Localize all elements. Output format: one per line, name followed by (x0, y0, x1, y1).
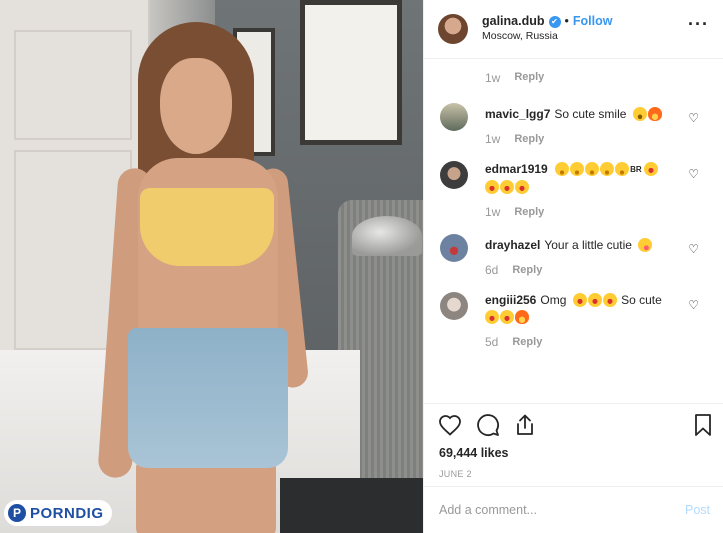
comment-time[interactable]: 5d (485, 334, 498, 350)
comment-input[interactable] (439, 503, 685, 517)
emoji-heart-eyes-icon (643, 162, 658, 176)
commenter-username[interactable]: drayhazel (485, 238, 540, 252)
emoji-heart-eyes-icon (572, 293, 587, 307)
post-header: galina.dub ✔ • Follow Moscow, Russia ··· (424, 0, 723, 59)
comment-text: So cute (621, 293, 662, 307)
reply-button[interactable]: Reply (514, 131, 544, 147)
comment-text: So cute smile (554, 107, 627, 121)
comment-item: mavic_lgg7 So cute smile 1w Reply ♡ (424, 103, 723, 147)
comment-item: engiii256 Omg So cute 5d Reply ♡ (424, 292, 723, 350)
comment-time[interactable]: 1w (485, 204, 500, 220)
emoji-heart-eyes-icon (515, 180, 529, 194)
emoji-thumbs-icon (647, 107, 662, 121)
heart-icon[interactable] (438, 414, 462, 441)
reply-button[interactable]: Reply (512, 334, 542, 350)
reply-button[interactable]: Reply (512, 262, 542, 278)
emoji-heart-eyes-icon (587, 293, 602, 307)
more-icon[interactable]: ··· (688, 14, 709, 35)
share-icon[interactable] (514, 413, 536, 442)
reply-button[interactable]: Reply (514, 204, 544, 220)
commenter-avatar[interactable] (440, 234, 468, 262)
picture-frame (300, 0, 402, 145)
header-row: galina.dub ✔ • Follow (482, 14, 612, 29)
watermark-text: PORNDIG (30, 504, 104, 522)
comment-meta: 1w Reply (485, 204, 659, 220)
comment-composer: Post (424, 486, 723, 533)
comment-text: Omg (540, 293, 567, 307)
header-info: galina.dub ✔ • Follow Moscow, Russia (482, 14, 612, 44)
comment-meta: 6d Reply (485, 262, 653, 278)
watermark: P PORNDIG (4, 500, 112, 526)
reply-button[interactable]: Reply (514, 71, 544, 85)
watermark-logo: P (8, 504, 26, 522)
commenter-avatar[interactable] (440, 103, 468, 131)
commenter-username[interactable]: edmar1919 (485, 162, 548, 176)
likes-count[interactable]: 69,444 likes (424, 444, 723, 460)
emoji-yum-icon (638, 238, 653, 252)
comment-item: drayhazel Your a little cutie 6d Reply ♡ (424, 234, 723, 278)
like-comment-heart-icon[interactable]: ♡ (688, 167, 699, 181)
separator-dot: • (564, 14, 569, 28)
comment-meta: 5d Reply (485, 334, 662, 350)
nightstand (280, 478, 423, 533)
comments-list[interactable]: 1w Reply mavic_lgg7 So cute smile 1w Repl… (424, 59, 723, 402)
comment-body: drayhazel Your a little cutie 6d Reply (485, 234, 653, 278)
location-link[interactable]: Moscow, Russia (482, 29, 612, 44)
commenter-avatar[interactable] (440, 161, 468, 189)
comment-item: edmar1919 BR 1w Reply ♡ (424, 161, 723, 220)
bookmark-icon[interactable] (694, 413, 712, 442)
emoji-smile-icon (632, 107, 647, 121)
post-photo[interactable]: P PORNDIG (0, 0, 423, 533)
emoji-hug-icon (555, 162, 570, 176)
emoji-heart-eyes-icon (500, 180, 514, 194)
comment-text: Your a little cutie (544, 238, 632, 252)
emoji-fire-icon (515, 310, 529, 324)
post-button[interactable]: Post (685, 503, 710, 517)
post-sidebar: galina.dub ✔ • Follow Moscow, Russia ···… (423, 0, 723, 533)
action-bar (424, 404, 723, 444)
comment-time[interactable]: 1w (485, 131, 500, 147)
emoji-hug-icon (585, 162, 600, 176)
emoji-heart-eyes-icon (485, 310, 499, 324)
comment-body: engiii256 Omg So cute 5d Reply (485, 292, 662, 350)
emoji-heart-eyes-icon (485, 180, 499, 194)
emoji-heart-eyes-icon (602, 293, 617, 307)
verified-badge-icon: ✔ (548, 15, 561, 28)
emoji-hug-icon (570, 162, 585, 176)
person-figure (97, 18, 310, 533)
like-comment-heart-icon[interactable]: ♡ (688, 111, 699, 125)
engagement-section: 69,444 likes JUNE 2 (424, 403, 723, 479)
commenter-username[interactable]: engiii256 (485, 293, 536, 307)
flag-badge: BR (630, 165, 642, 174)
comment-icon[interactable] (476, 413, 500, 442)
avatar[interactable] (438, 14, 468, 44)
comment-meta: 1w Reply (485, 131, 663, 147)
username-link[interactable]: galina.dub (482, 14, 545, 29)
like-comment-heart-icon[interactable]: ♡ (688, 298, 699, 312)
follow-button[interactable]: Follow (573, 14, 613, 29)
comment-time[interactable]: 6d (485, 262, 498, 278)
commenter-avatar[interactable] (440, 292, 468, 320)
comment-body: edmar1919 BR 1w Reply (485, 161, 659, 220)
emoji-hug-icon (615, 162, 630, 176)
emoji-heart-eyes-icon (500, 310, 514, 324)
comment-time[interactable]: 1w (485, 71, 500, 85)
emoji-hug-icon (600, 162, 615, 176)
comment-body: mavic_lgg7 So cute smile 1w Reply (485, 103, 663, 147)
comment-meta: 1w Reply (424, 59, 723, 85)
post-date[interactable]: JUNE 2 (424, 460, 723, 479)
commenter-username[interactable]: mavic_lgg7 (485, 107, 550, 121)
like-comment-heart-icon[interactable]: ♡ (688, 242, 699, 256)
lamp (352, 216, 422, 256)
